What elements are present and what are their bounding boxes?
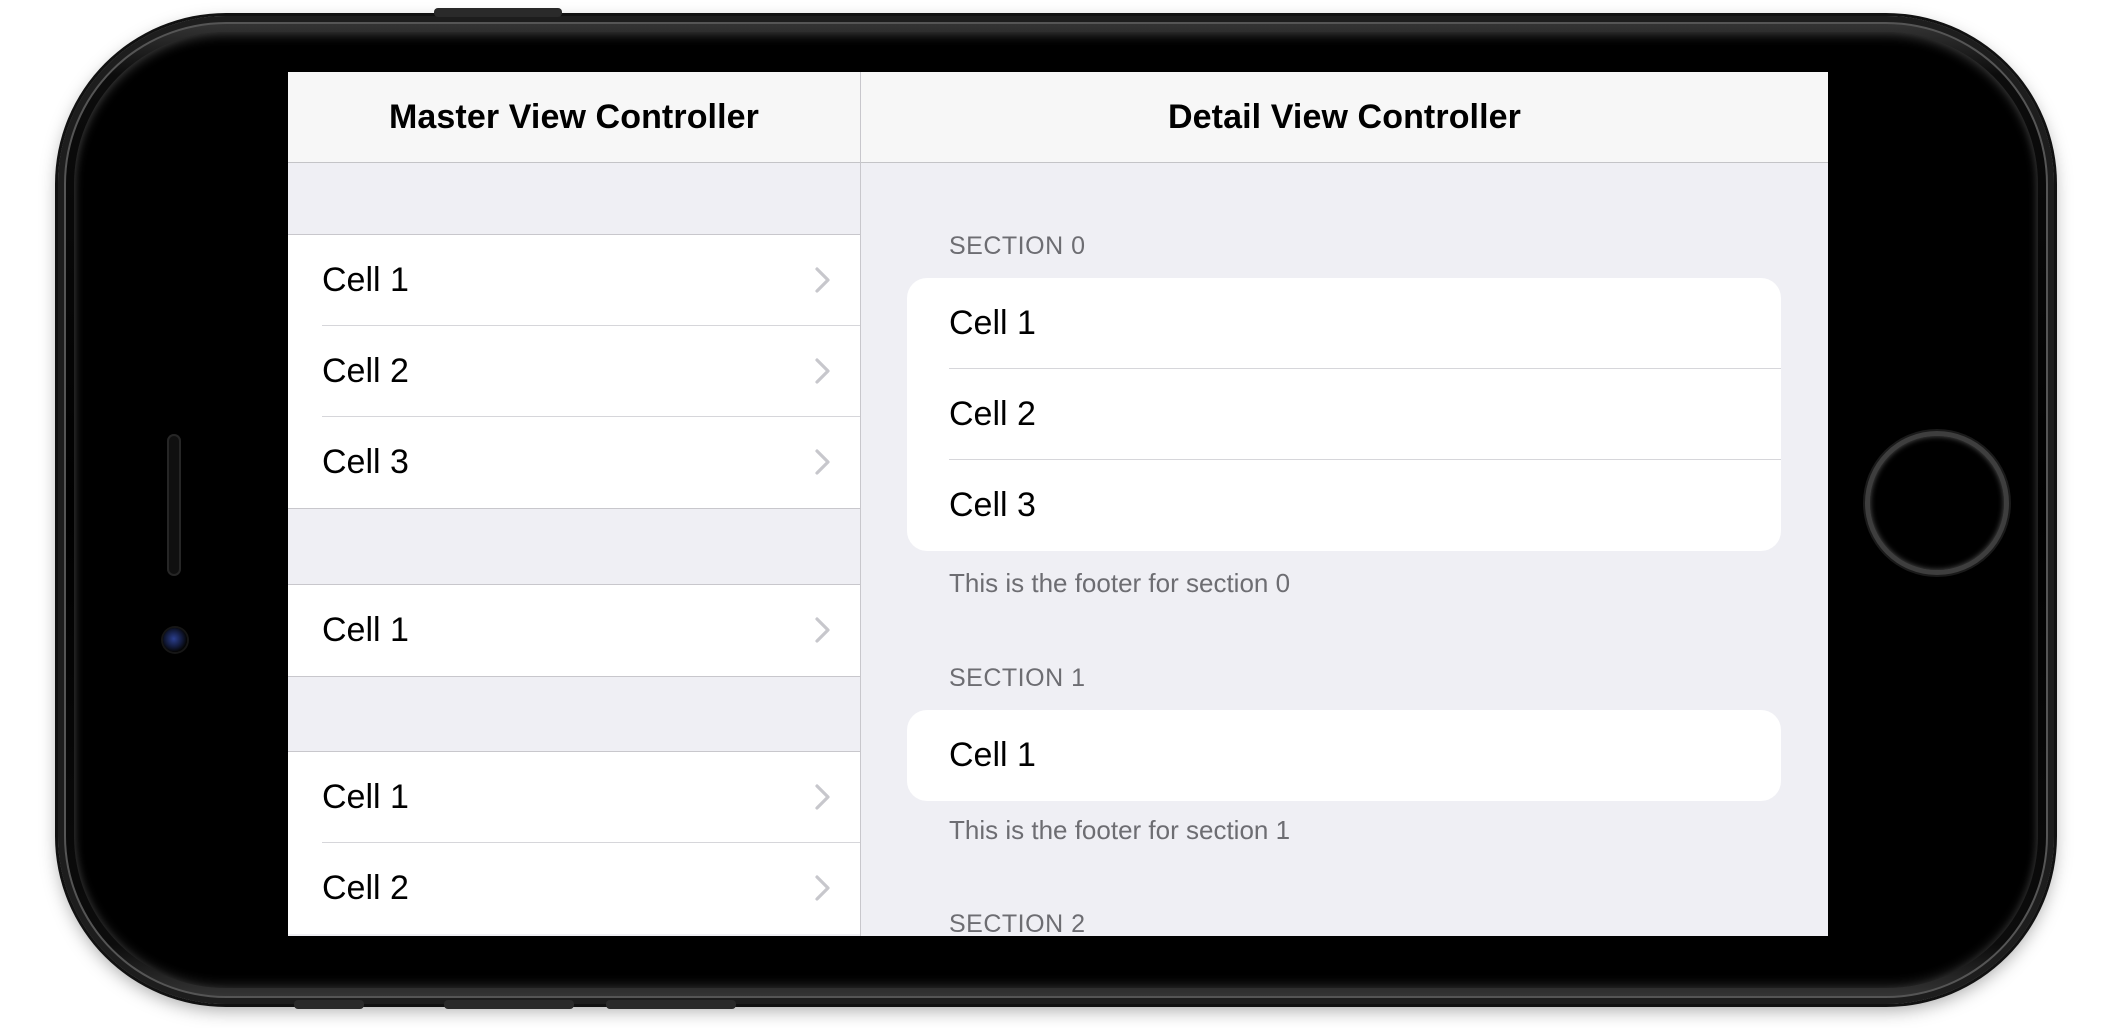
speaker-grille: [167, 434, 181, 576]
volume-button: [294, 1000, 364, 1009]
master-section-2: Cell 1 Cell 2: [288, 751, 860, 934]
front-camera: [163, 628, 187, 652]
master-cell[interactable]: Cell 1: [288, 235, 860, 326]
chevron-right-icon: [815, 267, 830, 293]
cell-label: Cell 1: [949, 736, 1036, 774]
master-navigation-bar: Master View Controller: [288, 72, 860, 163]
chevron-right-icon: [815, 875, 830, 901]
section-footer: This is the footer for section 1: [949, 815, 1291, 845]
cell-label: Cell 2: [322, 869, 409, 907]
master-title: Master View Controller: [388, 97, 759, 136]
detail-cell[interactable]: Cell 1: [907, 278, 1781, 369]
volume-up-button: [444, 1000, 574, 1009]
detail-section-1-group: Cell 1: [907, 710, 1781, 801]
home-button[interactable]: [1870, 436, 2004, 570]
volume-down-button: [606, 1000, 736, 1009]
detail-title: Detail View Controller: [1168, 97, 1521, 136]
section-footer: This is the footer for section 0: [949, 568, 1291, 598]
master-cell[interactable]: Cell 2: [288, 843, 860, 934]
section-header: SECTION 0: [949, 232, 1086, 260]
detail-view: Detail View Controller SECTION 0 Cell 1 …: [861, 72, 1828, 936]
power-button: [434, 8, 562, 17]
master-view: Master View Controller Cell 1 Cell 2 Cel…: [288, 72, 860, 936]
master-cell[interactable]: Cell 1: [288, 585, 860, 676]
chevron-right-icon: [815, 358, 830, 384]
cell-label: Cell 1: [322, 261, 409, 299]
cell-label: Cell 1: [322, 611, 409, 649]
master-section-0: Cell 1 Cell 2 Cell 3: [288, 234, 860, 509]
cell-label: Cell 1: [322, 778, 409, 816]
master-cell[interactable]: Cell 3: [288, 417, 860, 508]
chevron-right-icon: [815, 449, 830, 475]
cell-label: Cell 3: [949, 486, 1036, 524]
section-header: SECTION 1: [949, 664, 1086, 692]
detail-cell[interactable]: Cell 3: [907, 460, 1781, 551]
chevron-right-icon: [815, 617, 830, 643]
cell-label: Cell 3: [322, 443, 409, 481]
detail-navigation-bar: Detail View Controller: [861, 72, 1828, 163]
master-section-1: Cell 1: [288, 584, 860, 677]
cell-label: Cell 2: [949, 395, 1036, 433]
detail-section-0-group: Cell 1 Cell 2 Cell 3: [907, 278, 1781, 551]
cell-label: Cell 2: [322, 352, 409, 390]
section-header: SECTION 2: [949, 910, 1086, 936]
chevron-right-icon: [815, 784, 830, 810]
screen: Master View Controller Cell 1 Cell 2 Cel…: [288, 72, 1828, 936]
detail-cell[interactable]: Cell 1: [907, 710, 1781, 801]
master-cell[interactable]: Cell 2: [288, 326, 860, 417]
detail-cell[interactable]: Cell 2: [907, 369, 1781, 460]
cell-label: Cell 1: [949, 304, 1036, 342]
master-cell[interactable]: Cell 1: [288, 752, 860, 843]
